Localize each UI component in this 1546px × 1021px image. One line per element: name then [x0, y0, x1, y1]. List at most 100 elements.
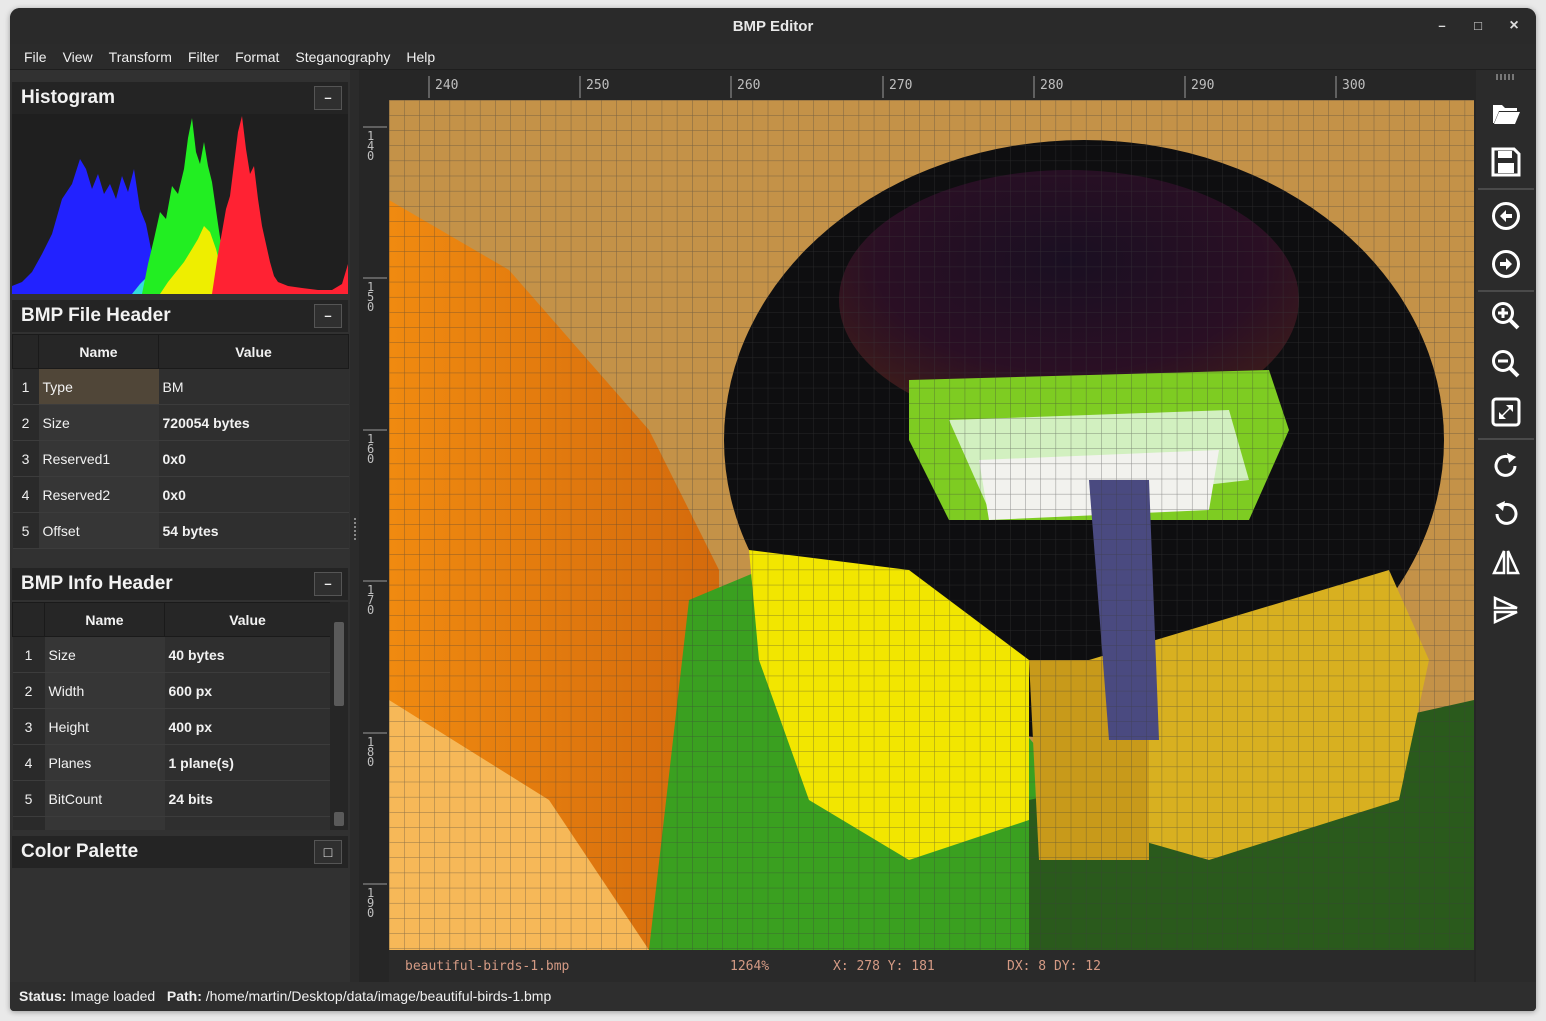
row-number[interactable]: 3 [12, 708, 45, 745]
cell-name[interactable]: Height [44, 708, 165, 745]
ruler-label-y: 140 [367, 129, 375, 163]
scrollbar-arrow-down[interactable] [334, 812, 344, 826]
ruler-label-x: 250 [586, 78, 610, 93]
corner-cell [12, 602, 45, 637]
row-number[interactable]: 5 [12, 512, 39, 549]
cell-value[interactable]: 54 bytes [158, 512, 349, 549]
row-number[interactable]: 1 [12, 636, 45, 673]
cell-value[interactable]: 1 plane(s) [164, 744, 330, 781]
row-number[interactable]: 1 [12, 368, 39, 405]
undo-icon[interactable] [1487, 198, 1525, 234]
table-row[interactable]: 5 BitCount 24 bits [12, 780, 330, 817]
canvas-delta: DX: 8 DY: 12 [1007, 959, 1101, 974]
info-header-collapse-button[interactable]: – [314, 572, 342, 596]
cell-value[interactable]: 0x0 [158, 440, 349, 477]
maximize-button[interactable]: □ [1468, 16, 1488, 36]
zoom-out-icon[interactable] [1487, 346, 1525, 382]
row-number[interactable]: 2 [12, 404, 39, 441]
table-row[interactable]: 3 Reserved1 0x0 [12, 440, 349, 477]
row-number[interactable]: 6 [12, 816, 45, 830]
table-row[interactable]: 2 Size 720054 bytes [12, 404, 349, 441]
ruler-label-x: 300 [1342, 78, 1366, 93]
splitter-handle-icon[interactable] [354, 518, 356, 540]
row-number[interactable]: 3 [12, 440, 39, 477]
cell-name[interactable]: Reserved1 [38, 440, 159, 477]
cell-name[interactable]: Size [38, 404, 159, 441]
menu-file[interactable]: File [16, 44, 55, 70]
menu-steganography[interactable]: Steganography [287, 44, 398, 70]
cell-value[interactable]: 0 [164, 816, 330, 830]
info-header-table-viewport: Name Value 1 Size 40 bytes 2 Width 600 p… [12, 602, 330, 830]
table-row[interactable]: 4 Planes 1 plane(s) [12, 744, 330, 781]
column-header-value[interactable]: Value [164, 602, 330, 637]
cell-name[interactable]: Type [38, 368, 159, 405]
app-window: BMP Editor – □ × File View Transform Fil… [10, 8, 1536, 1011]
row-number[interactable]: 4 [12, 744, 45, 781]
zoom-in-icon[interactable] [1487, 298, 1525, 334]
cell-name[interactable]: Width [44, 672, 165, 709]
minimize-button[interactable]: – [1432, 16, 1452, 36]
file-header-collapse-button[interactable]: – [314, 304, 342, 328]
path-label: Path: [166, 988, 202, 1004]
menu-bar: File View Transform Filter Format Stegan… [10, 44, 1536, 70]
table-row[interactable]: 5 Offset 54 bytes [12, 512, 349, 549]
color-palette-expand-button[interactable]: □ [314, 840, 342, 864]
menu-format[interactable]: Format [227, 44, 287, 70]
rotate-right-icon[interactable] [1487, 448, 1525, 484]
row-number[interactable]: 5 [12, 780, 45, 817]
cell-name[interactable]: Compression [44, 816, 165, 830]
close-button[interactable]: × [1504, 16, 1524, 36]
row-number[interactable]: 4 [12, 476, 39, 513]
cell-value[interactable]: BM [158, 368, 349, 405]
table-row[interactable]: 4 Reserved2 0x0 [12, 476, 349, 513]
redo-icon[interactable] [1487, 246, 1525, 282]
menu-transform[interactable]: Transform [101, 44, 180, 70]
histogram-collapse-button[interactable]: – [314, 86, 342, 110]
column-header-name[interactable]: Name [44, 602, 165, 637]
table-row[interactable]: 2 Width 600 px [12, 672, 330, 709]
canvas-coordinates: X: 278 Y: 181 [833, 959, 935, 974]
menu-help[interactable]: Help [398, 44, 443, 70]
toolbar-grip-icon[interactable] [1496, 74, 1516, 80]
fit-screen-icon[interactable] [1487, 394, 1525, 430]
ruler-label-y: 160 [367, 432, 375, 466]
file-header-dock-title: BMP File Header – [12, 300, 348, 332]
info-header-scrollbar[interactable] [330, 602, 348, 830]
cell-name[interactable]: Size [44, 636, 165, 673]
column-header-value[interactable]: Value [158, 334, 349, 369]
scrollbar-thumb[interactable] [334, 622, 344, 706]
table-row[interactable]: 3 Height 400 px [12, 708, 330, 745]
cell-value[interactable]: 40 bytes [164, 636, 330, 673]
path-value: /home/martin/Desktop/data/image/beautifu… [205, 988, 552, 1004]
row-number[interactable]: 2 [12, 672, 45, 709]
toolbar-separator [1478, 290, 1534, 292]
ruler-label-y: 190 [367, 886, 375, 920]
cell-value[interactable]: 24 bits [164, 780, 330, 817]
cell-value[interactable]: 600 px [164, 672, 330, 709]
rotate-left-icon[interactable] [1487, 496, 1525, 532]
table-row[interactable]: 1 Size 40 bytes [12, 636, 330, 673]
canvas-filename: beautiful-birds-1.bmp [405, 959, 570, 974]
menu-filter[interactable]: Filter [180, 44, 227, 70]
cell-name[interactable]: BitCount [44, 780, 165, 817]
cell-value[interactable]: 720054 bytes [158, 404, 349, 441]
ruler-label-y: 180 [367, 735, 375, 769]
image-canvas[interactable] [389, 100, 1474, 950]
cell-value[interactable]: 0x0 [158, 476, 349, 513]
ruler-label-x: 290 [1191, 78, 1215, 93]
table-row[interactable]: 6 Compression 0 [12, 816, 330, 830]
status-label: Status: [19, 988, 67, 1004]
flip-horizontal-icon[interactable] [1487, 544, 1525, 580]
menu-view[interactable]: View [55, 44, 101, 70]
ruler-corner [359, 70, 389, 100]
save-icon[interactable] [1487, 144, 1525, 180]
cell-name[interactable]: Offset [38, 512, 159, 549]
cell-name[interactable]: Reserved2 [38, 476, 159, 513]
table-row[interactable]: 1 Type BM [12, 368, 349, 405]
flip-vertical-icon[interactable] [1487, 592, 1525, 628]
column-header-name[interactable]: Name [38, 334, 159, 369]
ruler-horizontal: 240 250 260 270 280 290 300 [389, 70, 1476, 100]
open-folder-icon[interactable] [1487, 96, 1525, 132]
cell-name[interactable]: Planes [44, 744, 165, 781]
cell-value[interactable]: 400 px [164, 708, 330, 745]
